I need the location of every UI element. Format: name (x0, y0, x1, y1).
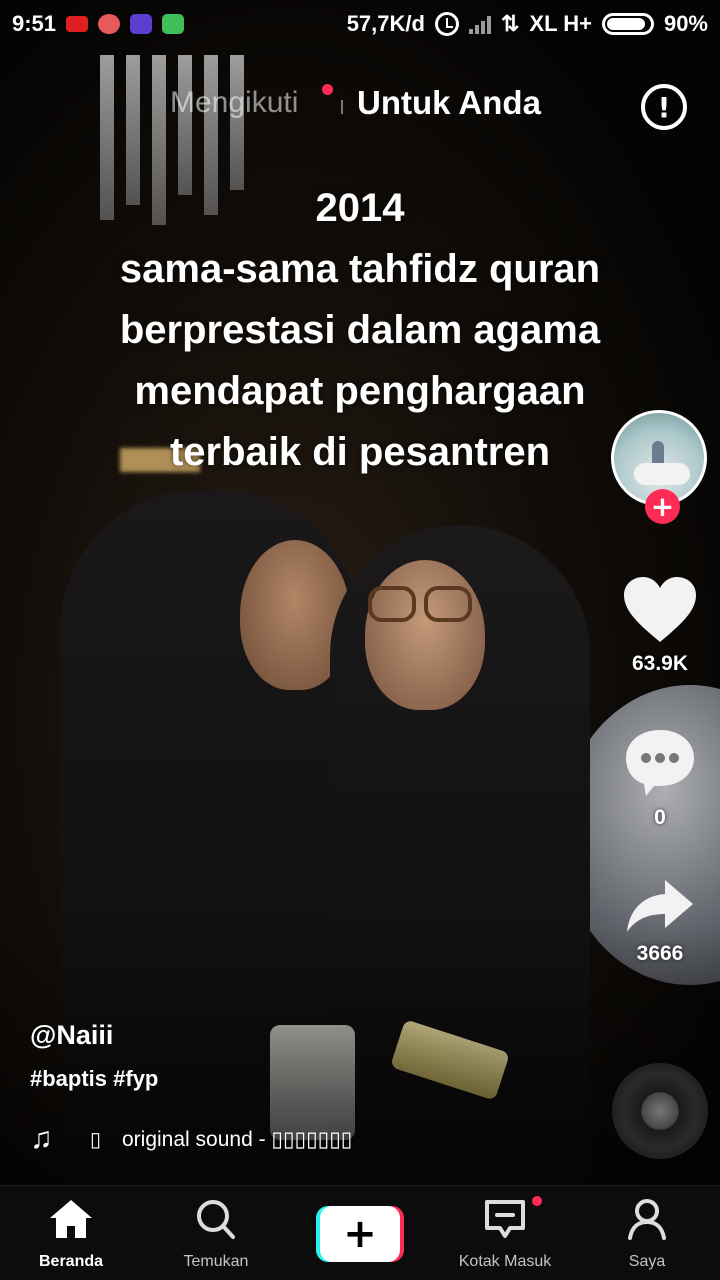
video-caption-overlay: 2014 sama-sama tahfidz quran berprestasi… (0, 178, 720, 483)
signal-icon (468, 14, 491, 34)
hashtags[interactable]: #baptis #fyp (30, 1066, 158, 1092)
inbox-icon (485, 1200, 525, 1238)
feed-tabs: Mengikuti Untuk Anda ! (0, 82, 720, 130)
tab-following[interactable]: Mengikuti (170, 86, 298, 120)
music-note-icon: ♫ (30, 1122, 53, 1155)
tab-divider (341, 100, 343, 114)
nav-discover-label: Temukan (183, 1253, 249, 1270)
like-button[interactable]: 63.9K (600, 576, 720, 676)
heart-icon (624, 577, 696, 642)
comment-count: 0 (654, 806, 666, 829)
inbox-notification-dot (530, 1194, 544, 1208)
status-time: 9:51 (12, 11, 57, 36)
nav-profile[interactable]: Saya (582, 1198, 712, 1271)
sound-name: original sound - ▯▯▯▯▯▯▯ (122, 1127, 353, 1151)
app-icon-red (98, 14, 121, 34)
nav-inbox[interactable]: Kotak Masuk (440, 1194, 570, 1271)
profile-icon (628, 1199, 666, 1240)
share-button[interactable]: 3666 (600, 878, 720, 966)
nav-profile-label: Saya (628, 1253, 666, 1270)
app-icon-green (162, 14, 185, 34)
like-count: 63.9K (631, 652, 689, 675)
carrier-label: XL H+ (529, 11, 592, 36)
create-button[interactable]: + (316, 1206, 404, 1262)
status-bar: 9:51 57,7K/d ⇅ XL H+ 90% (0, 0, 720, 48)
sound-glyph: ▯ (90, 1128, 102, 1151)
nav-home-label: Beranda (38, 1253, 104, 1270)
share-icon (627, 880, 693, 932)
caption-line: 2014 (315, 186, 405, 230)
home-icon (50, 1200, 92, 1238)
alarm-icon (434, 12, 459, 36)
network-speed: 57,7K/d (346, 11, 425, 36)
bottom-nav: Beranda Temukan + Kotak Masuk Saya (0, 1185, 720, 1280)
glasses (366, 586, 476, 626)
comment-icon (626, 730, 694, 796)
app-icon-purple (130, 14, 153, 34)
caption-line: berprestasi dalam agama (119, 308, 601, 352)
following-notification-dot (322, 84, 333, 95)
create-icon: + (320, 1206, 400, 1262)
youtube-icon (66, 16, 89, 32)
comment-button[interactable]: 0 (600, 728, 720, 830)
avatar-scooter (634, 463, 690, 485)
music-disc-icon[interactable] (612, 1063, 708, 1159)
author-handle[interactable]: @Naiii (30, 1020, 113, 1051)
caption-line: mendapat penghargaan (134, 369, 586, 413)
disc-center (642, 1093, 678, 1129)
follow-button[interactable]: + (645, 489, 680, 524)
face-right (365, 560, 485, 710)
tab-for-you[interactable]: Untuk Anda (357, 84, 541, 122)
nav-discover[interactable]: Temukan (151, 1198, 281, 1271)
battery-percent: 90% (663, 11, 708, 36)
nav-inbox-label: Kotak Masuk (458, 1253, 552, 1270)
nav-home[interactable]: Beranda (6, 1198, 136, 1271)
data-arrows-icon: ⇅ (500, 11, 520, 36)
sound-row[interactable]: ♫ ▯ original sound - ▯▯▯▯▯▯▯ (30, 1122, 352, 1156)
share-count: 3666 (636, 942, 684, 965)
live-alert-icon[interactable]: ! (641, 84, 687, 130)
search-icon (197, 1200, 235, 1239)
battery-icon (601, 13, 654, 35)
caption-line: sama-sama tahfidz quran (119, 247, 601, 291)
